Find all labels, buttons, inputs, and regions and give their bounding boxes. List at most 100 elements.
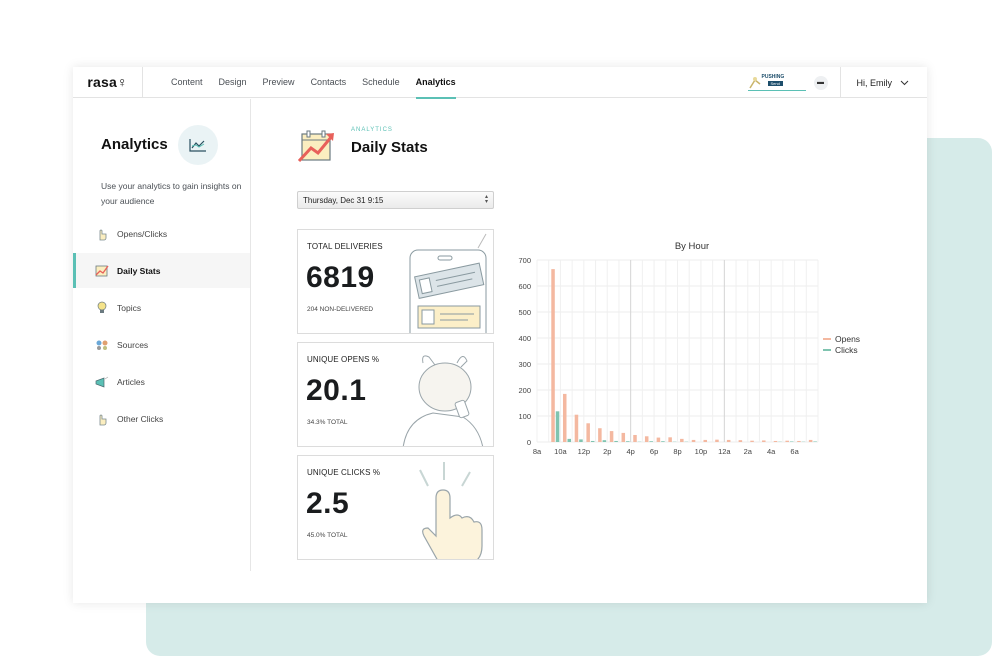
bar-opens	[797, 440, 801, 442]
sidebar-item-label: Topics	[117, 302, 142, 313]
bar-opens	[773, 440, 778, 442]
bar-opens	[586, 423, 590, 442]
stat-card-total-deliveries: TOTAL DELIVERIES 6819 204 NON-DELIVERED	[297, 229, 494, 334]
stat-value: 2.5	[306, 487, 350, 520]
main-content: ANALYTICS Daily Stats Thursday, Dec 31 9…	[252, 99, 927, 603]
lightbulb-icon	[95, 301, 109, 315]
bar-opens	[715, 439, 719, 442]
x-tick-label: 12p	[578, 447, 591, 456]
sidebar-item-daily-stats[interactable]: Daily Stats	[73, 253, 250, 288]
main-nav: Content Design Preview Contacts Schedule…	[163, 67, 464, 99]
sidebar-item-other-clicks[interactable]: Other Clicks	[73, 401, 250, 436]
bar-clicks	[649, 441, 653, 442]
legend-label-opens: Opens	[835, 334, 860, 344]
nav-analytics[interactable]: Analytics	[408, 67, 464, 99]
date-select-value: Thursday, Dec 31 9:15	[303, 195, 384, 205]
nav-content[interactable]: Content	[163, 67, 211, 98]
date-select[interactable]: Thursday, Dec 31 9:15 ▴ ▾	[297, 191, 494, 209]
bar-opens	[633, 434, 637, 442]
line-chart-icon	[178, 125, 218, 165]
megaphone-icon	[95, 375, 109, 389]
sidebar-item-label: Daily Stats	[117, 265, 161, 276]
bar-opens	[621, 432, 626, 442]
x-tick-label: 6p	[650, 447, 658, 456]
bar-opens	[668, 437, 672, 442]
chart-title: By Hour	[675, 241, 709, 252]
y-tick-label: 700	[518, 256, 531, 265]
sidebar-item-label: Articles	[117, 376, 145, 387]
sidebar-item-topics[interactable]: Topics	[73, 290, 250, 325]
bar-clicks	[614, 440, 618, 442]
sidebar-item-label: Other Clicks	[117, 413, 164, 424]
bar-opens	[762, 440, 766, 442]
nav-design[interactable]: Design	[211, 67, 255, 98]
y-tick-label: 400	[518, 334, 531, 343]
x-tick-label: 12a	[718, 447, 731, 456]
bar-clicks	[590, 440, 595, 442]
phone-illustration	[409, 233, 487, 333]
bar-clicks	[579, 439, 583, 442]
x-tick-label: 4p	[626, 447, 634, 456]
page-title: Daily Stats	[351, 139, 428, 156]
y-tick-label: 500	[518, 308, 531, 317]
bar-clicks	[661, 441, 665, 442]
bar-clicks	[602, 440, 607, 442]
chevron-down-icon	[900, 80, 909, 85]
newsletter-brand-logo: PUSHING Send	[747, 74, 806, 92]
x-tick-label: 8a	[533, 447, 542, 456]
sidebar-item-opens-clicks[interactable]: Opens/Clicks	[73, 216, 250, 251]
x-tick-label: 10a	[554, 447, 567, 456]
bar-opens	[750, 440, 754, 442]
select-arrows-icon: ▴ ▾	[484, 194, 488, 205]
bar-opens	[691, 439, 696, 442]
page-eyebrow: ANALYTICS	[351, 127, 393, 133]
x-tick-label: 8p	[673, 447, 681, 456]
menu-icon[interactable]: ▬	[813, 75, 828, 90]
stat-value: 6819	[306, 261, 375, 294]
user-menu[interactable]: Hi, Emily	[839, 67, 928, 98]
stat-label: UNIQUE CLICKS %	[307, 468, 381, 477]
x-tick-label: 2a	[744, 447, 753, 456]
sidebar-item-sources[interactable]: Sources	[73, 327, 250, 362]
bar-opens	[551, 269, 555, 442]
y-tick-label: 0	[527, 438, 531, 447]
bar-opens	[808, 439, 813, 442]
bar-opens	[656, 437, 661, 442]
y-tick-label: 200	[518, 386, 531, 395]
stat-value: 20.1	[306, 374, 367, 407]
bar-opens	[574, 414, 579, 442]
reader-illustration	[402, 355, 484, 446]
nav-contacts[interactable]: Contacts	[303, 67, 355, 98]
pointer-hand-icon	[95, 227, 109, 241]
x-tick-label: 2p	[603, 447, 611, 456]
sidebar-item-label: Sources	[117, 339, 149, 350]
stat-label: TOTAL DELIVERIES	[307, 242, 383, 251]
bar-opens	[785, 440, 789, 442]
bar-clicks	[626, 441, 630, 442]
bar-opens	[598, 428, 602, 442]
by-hour-chart: By Hour 0 100 200 300 400 500 600 700 8a 10a 12p 2p…	[507, 234, 907, 474]
calendar-chart-icon	[95, 264, 109, 278]
stat-subtext: 204 NON-DELIVERED	[307, 306, 374, 313]
sidebar-item-label: Opens/Clicks	[117, 228, 168, 239]
legend-label-clicks: Clicks	[835, 345, 858, 355]
brand-line2: Send	[767, 80, 783, 86]
bar-opens	[703, 439, 708, 442]
bar-opens	[562, 393, 567, 442]
top-navbar: rasa♀ Content Design Preview Contacts Sc…	[73, 66, 928, 99]
x-tick-label: 6a	[790, 447, 799, 456]
logo[interactable]: rasa♀	[73, 66, 143, 98]
bar-clicks	[555, 411, 560, 442]
nav-schedule[interactable]: Schedule	[354, 67, 408, 98]
stat-card-unique-opens: UNIQUE OPENS % 20.1 34.3% TOTAL	[297, 342, 494, 447]
x-tick-label: 4a	[767, 447, 776, 456]
brand-figure-icon	[748, 76, 760, 88]
sidebar-item-articles[interactable]: Articles	[73, 364, 250, 399]
bar-opens	[644, 436, 649, 442]
by-hour-chart-svg: By Hour 0 100 200 300 400 500 600 700 8a 10a 12p 2p…	[518, 241, 860, 456]
calendar-chart-icon	[298, 130, 334, 163]
y-tick-label: 300	[518, 360, 531, 369]
bar-opens	[726, 439, 731, 442]
nav-preview[interactable]: Preview	[255, 67, 303, 98]
bar-clicks	[567, 438, 572, 442]
